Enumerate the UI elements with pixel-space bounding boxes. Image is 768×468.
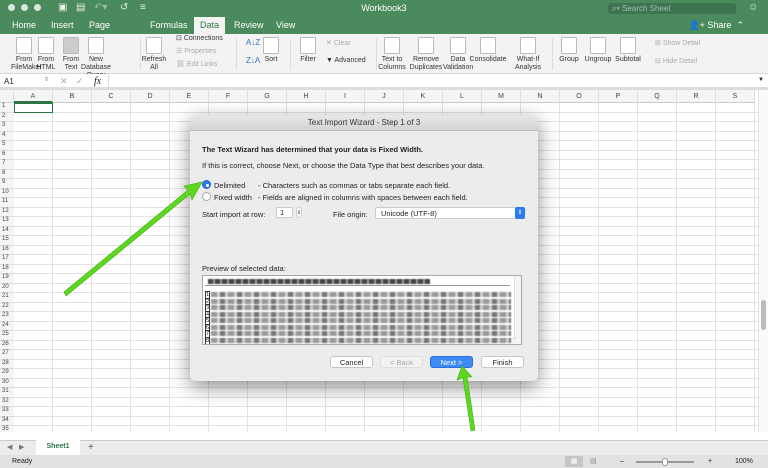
arrow-to-next [456,365,476,432]
arrow-to-delimited [63,181,203,297]
annotation-arrows [63,181,476,432]
